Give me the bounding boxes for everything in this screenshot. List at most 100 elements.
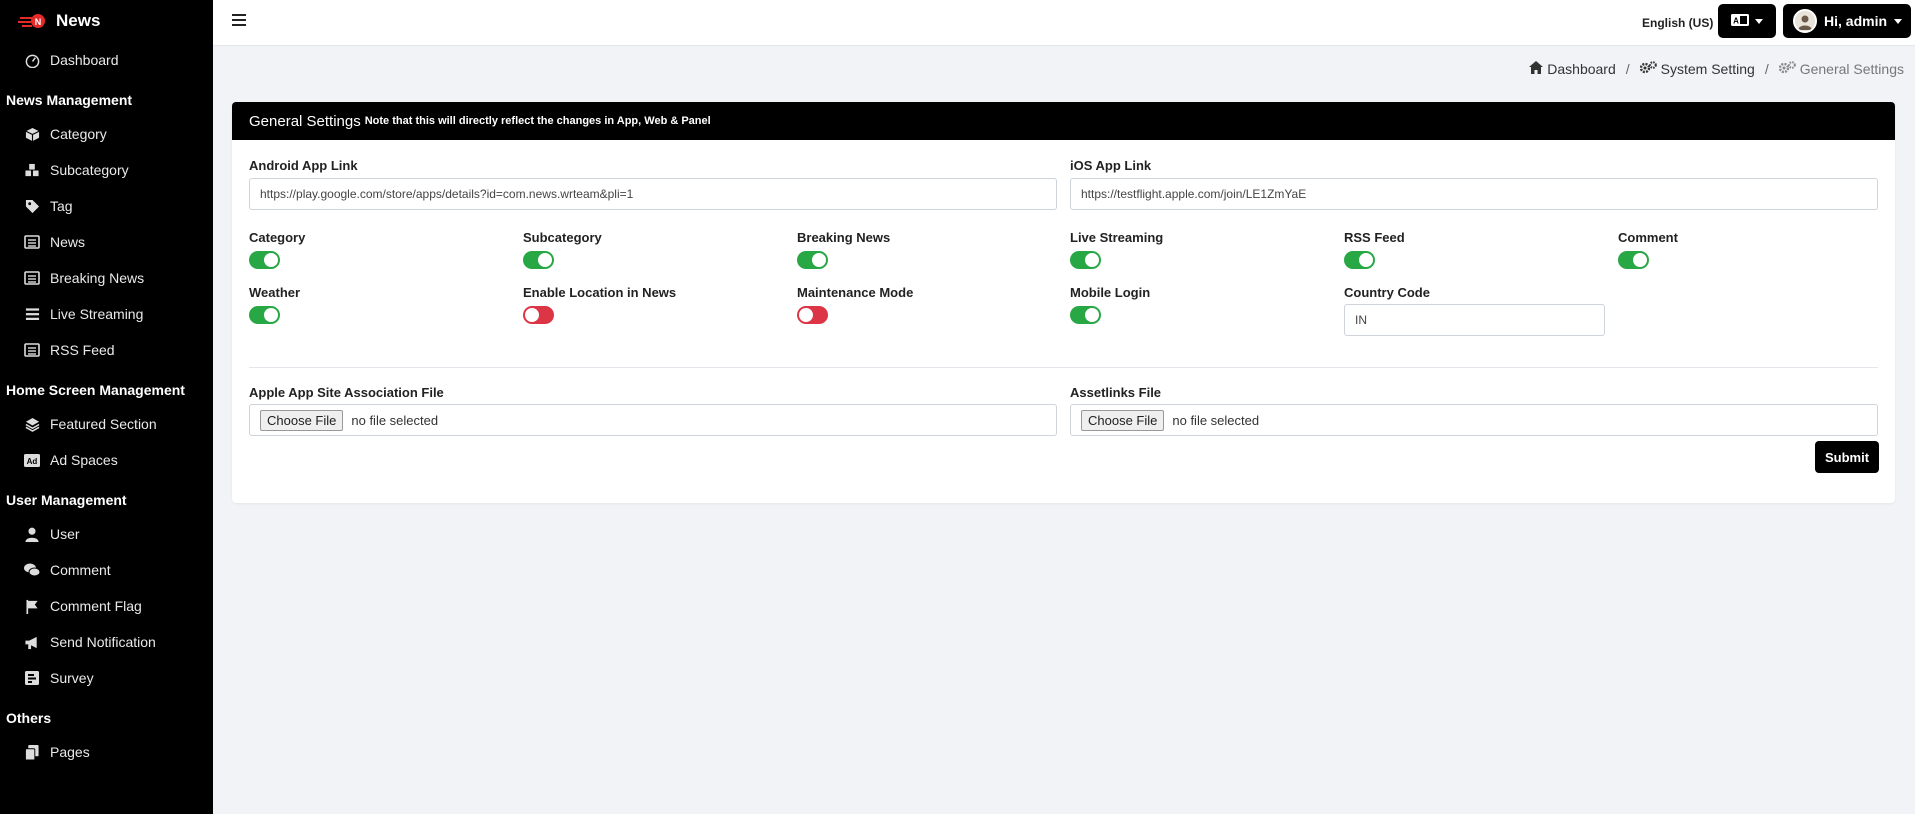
- sidebar: N News Dashboard News Management Categor…: [0, 0, 213, 814]
- assetlinks-file-label: Assetlinks File: [1070, 385, 1162, 400]
- apple-file-input[interactable]: Choose File no file selected: [249, 404, 1057, 436]
- sidebar-item-label: News: [50, 234, 86, 250]
- breadcrumb-label: General Settings: [1799, 61, 1904, 77]
- sidebar-item-news[interactable]: News: [0, 224, 213, 260]
- sidebar-item-label: RSS Feed: [50, 342, 115, 358]
- chevron-down-icon: [1755, 18, 1763, 24]
- breadcrumb-dashboard[interactable]: Dashboard: [1529, 61, 1616, 77]
- sidebar-section-user-management: User Management: [6, 492, 127, 508]
- choose-file-button[interactable]: Choose File: [260, 409, 344, 431]
- ios-app-link-input[interactable]: [1070, 178, 1878, 210]
- choose-file-button[interactable]: Choose File: [1081, 409, 1165, 431]
- sidebar-item-pages[interactable]: Pages: [0, 734, 213, 770]
- breadcrumb-separator: /: [1625, 61, 1630, 77]
- sidebar-item-survey[interactable]: Survey: [0, 660, 213, 696]
- sidebar-item-subcategory[interactable]: Subcategory: [0, 152, 213, 188]
- assetlinks-file-input[interactable]: Choose File no file selected: [1070, 404, 1878, 436]
- category-toggle[interactable]: [249, 251, 280, 269]
- language-dropdown-button[interactable]: A: [1718, 4, 1776, 38]
- user-icon: [24, 526, 40, 542]
- general-settings-card: General Settings Note that this will dir…: [232, 102, 1895, 503]
- live-streaming-toggle[interactable]: [1070, 251, 1101, 269]
- android-app-link-input[interactable]: [249, 178, 1057, 210]
- apple-file-label: Apple App Site Association File: [249, 385, 444, 400]
- breadcrumb-label: Dashboard: [1547, 61, 1616, 77]
- breadcrumb-separator: /: [1764, 61, 1769, 77]
- sidebar-item-label: Comment: [50, 562, 111, 578]
- toggle-label-category: Category: [249, 230, 306, 245]
- sidebar-item-comment-flag[interactable]: Comment Flag: [0, 588, 213, 624]
- home-icon: [1529, 61, 1544, 77]
- file-status: no file selected: [1172, 412, 1260, 428]
- newspaper-icon: [24, 342, 40, 358]
- breadcrumb-system-setting[interactable]: System Setting: [1639, 61, 1755, 77]
- breadcrumb-general-settings: General Settings: [1778, 61, 1904, 77]
- chevron-down-icon: [1894, 18, 1903, 24]
- sidebar-item-label: Pages: [50, 744, 90, 760]
- submit-button[interactable]: Submit: [1815, 441, 1879, 473]
- card-title: General Settings: [249, 112, 361, 130]
- sidebar-item-label: Comment Flag: [50, 598, 142, 614]
- toggle-label-weather: Weather: [249, 285, 301, 300]
- sidebar-item-label: Featured Section: [50, 416, 157, 432]
- toggle-label-enable-location: Enable Location in News: [523, 285, 677, 300]
- topbar: English (US) A Hi, admin: [213, 0, 1915, 46]
- svg-text:A: A: [1733, 16, 1739, 25]
- sidebar-item-tag[interactable]: Tag: [0, 188, 213, 224]
- translate-icon: A: [1731, 13, 1749, 29]
- flag-icon: [24, 598, 40, 614]
- cube-icon: [24, 126, 40, 142]
- copy-icon: [24, 744, 40, 760]
- layers-icon: [24, 416, 40, 432]
- weather-toggle[interactable]: [249, 306, 280, 324]
- subcategory-toggle[interactable]: [523, 251, 554, 269]
- sidebar-item-label: Dashboard: [50, 52, 119, 68]
- toggle-label-live-streaming: Live Streaming: [1070, 230, 1164, 245]
- toggle-label-subcategory: Subcategory: [523, 230, 602, 245]
- sidebar-item-label: Breaking News: [50, 270, 145, 286]
- breaking-news-toggle[interactable]: [797, 251, 828, 269]
- breadcrumb: Dashboard / System Setting / General Set…: [1529, 61, 1904, 77]
- sidebar-section-home-screen-management: Home Screen Management: [6, 382, 185, 398]
- sidebar-item-ad-spaces[interactable]: Ad Ad Spaces: [0, 442, 213, 478]
- poll-icon: [24, 670, 40, 686]
- maintenance-mode-toggle[interactable]: [797, 306, 828, 324]
- user-menu-button[interactable]: Hi, admin: [1783, 4, 1911, 38]
- card-header: General Settings Note that this will dir…: [232, 102, 1895, 140]
- sidebar-item-send-notification[interactable]: Send Notification: [0, 624, 213, 660]
- breadcrumb-label: System Setting: [1660, 61, 1755, 77]
- sidebar-item-live-streaming[interactable]: Live Streaming: [0, 296, 213, 332]
- svg-text:Ad: Ad: [27, 457, 38, 466]
- sidebar-item-label: User: [50, 526, 80, 542]
- country-code-label: Country Code: [1344, 285, 1430, 300]
- sidebar-item-label: Send Notification: [50, 634, 156, 650]
- sidebar-item-user[interactable]: User: [0, 516, 213, 552]
- android-app-link-label: Android App Link: [249, 158, 358, 173]
- sidebar-item-label: Tag: [50, 198, 73, 214]
- brand[interactable]: N News: [0, 0, 213, 42]
- bullhorn-icon: [24, 634, 40, 650]
- cubes-icon: [24, 162, 40, 178]
- toggle-label-rss-feed: RSS Feed: [1344, 230, 1405, 245]
- mobile-login-toggle[interactable]: [1070, 306, 1101, 324]
- sidebar-item-label: Survey: [50, 670, 94, 686]
- ad-icon: Ad: [24, 452, 40, 468]
- sidebar-item-featured-section[interactable]: Featured Section: [0, 406, 213, 442]
- divider: [249, 367, 1878, 368]
- sidebar-item-comment[interactable]: Comment: [0, 552, 213, 588]
- sidebar-item-dashboard[interactable]: Dashboard: [0, 42, 213, 78]
- country-code-input[interactable]: [1344, 304, 1605, 336]
- news-logo-icon: N: [18, 11, 48, 31]
- sidebar-item-category[interactable]: Category: [0, 116, 213, 152]
- sidebar-item-breaking-news[interactable]: Breaking News: [0, 260, 213, 296]
- newspaper-icon: [24, 270, 40, 286]
- list-icon: [24, 306, 40, 322]
- sidebar-item-rss-feed[interactable]: RSS Feed: [0, 332, 213, 368]
- toggle-label-mobile-login: Mobile Login: [1070, 285, 1151, 300]
- hamburger-menu-icon[interactable]: [232, 13, 246, 27]
- enable-location-toggle[interactable]: [523, 306, 554, 324]
- comment-toggle[interactable]: [1618, 251, 1649, 269]
- gears-icon: [1778, 61, 1796, 77]
- rss-feed-toggle[interactable]: [1344, 251, 1375, 269]
- svg-text:N: N: [35, 17, 42, 27]
